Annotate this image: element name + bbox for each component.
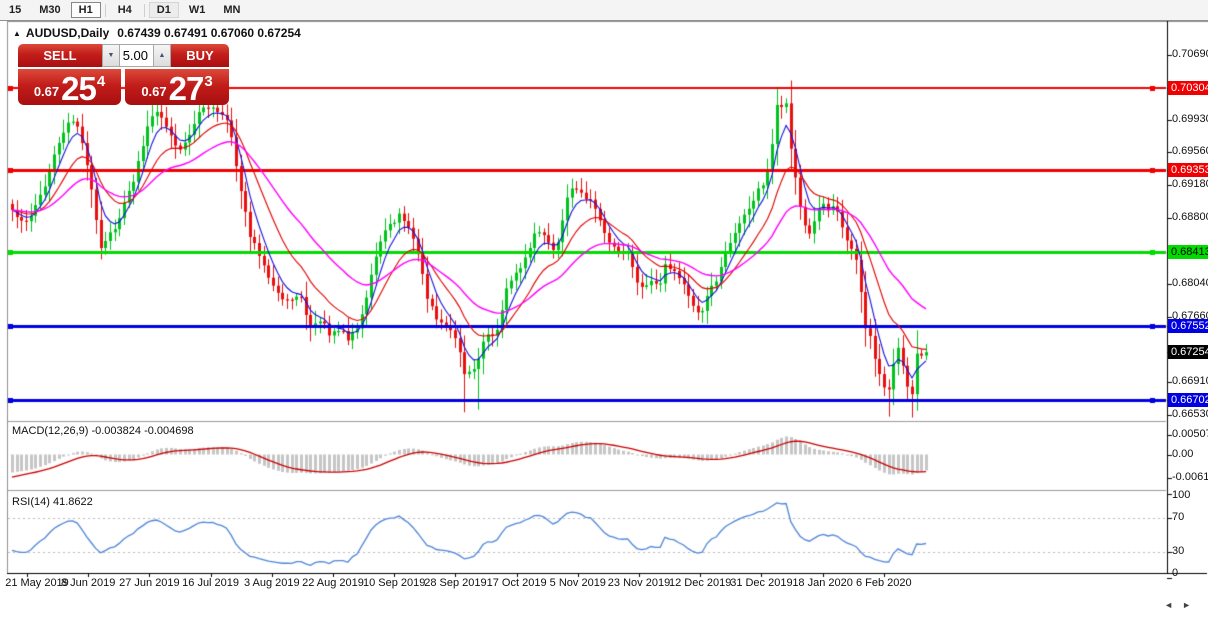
volume-increase-icon[interactable]: ▲ bbox=[153, 44, 171, 67]
sell-price-box[interactable]: 0.67 25 4 bbox=[18, 69, 121, 105]
volume-spinner: ▼ 5.00 ▲ bbox=[102, 44, 171, 67]
volume-decrease-icon[interactable]: ▼ bbox=[102, 44, 120, 67]
tab-scroll-right-icon[interactable]: ► bbox=[1182, 600, 1200, 610]
toolbar-separator bbox=[104, 3, 106, 17]
tab-scroll-arrows: ◄► bbox=[1164, 600, 1200, 610]
sell-button[interactable]: SELL bbox=[18, 44, 102, 67]
buy-price-pip: 3 bbox=[204, 73, 213, 90]
buy-price-box[interactable]: 0.67 27 3 bbox=[125, 69, 229, 105]
buy-price-big: 27 bbox=[168, 70, 205, 107]
price-chart-canvas[interactable] bbox=[0, 21, 1208, 624]
timeframe-button-w1[interactable]: W1 bbox=[181, 2, 214, 18]
chart-title: ▲ AUDUSD,Daily 0.67439 0.67491 0.67060 0.6… bbox=[13, 26, 301, 40]
sell-price-pip: 4 bbox=[96, 73, 106, 90]
timeframe-button-h4[interactable]: H4 bbox=[110, 2, 140, 18]
trading-terminal-window: 15 M30 H1 H4 D1 W1 MN ▲ AUDUSD,Daily 0.67439 0.6… bbox=[0, 0, 1208, 624]
volume-input[interactable]: 5.00 bbox=[120, 44, 153, 67]
timeframe-toolbar: 15 M30 H1 H4 D1 W1 MN bbox=[0, 0, 1208, 21]
buy-price-prefix: 0.67 bbox=[141, 84, 167, 99]
timeframe-button-d1[interactable]: D1 bbox=[148, 2, 179, 18]
chart-window: ▲ AUDUSD,Daily 0.67439 0.67491 0.67060 0.6… bbox=[0, 21, 1208, 624]
timeframe-button-m30[interactable]: M30 bbox=[31, 2, 68, 18]
timeframe-button-mn[interactable]: MN bbox=[215, 2, 248, 18]
collapse-arrow-icon[interactable]: ▲ bbox=[13, 29, 21, 38]
toolbar-separator bbox=[143, 3, 145, 17]
chart-ohlc-values: 0.67439 0.67491 0.67060 0.67254 bbox=[117, 26, 301, 40]
tab-scroll-left-icon[interactable]: ◄ bbox=[1164, 600, 1182, 610]
one-click-trading-panel: SELL ▼ 5.00 ▲ BUY 0.67 25 4 0.67 27 3 bbox=[18, 44, 229, 105]
timeframe-button-15[interactable]: 15 bbox=[1, 2, 29, 18]
buy-button[interactable]: BUY bbox=[171, 44, 229, 67]
timeframe-button-h1[interactable]: H1 bbox=[70, 2, 101, 18]
sell-price-prefix: 0.67 bbox=[33, 84, 60, 99]
chart-symbol-label: AUDUSD,Daily bbox=[25, 26, 110, 40]
sell-price-big: 25 bbox=[61, 70, 97, 107]
